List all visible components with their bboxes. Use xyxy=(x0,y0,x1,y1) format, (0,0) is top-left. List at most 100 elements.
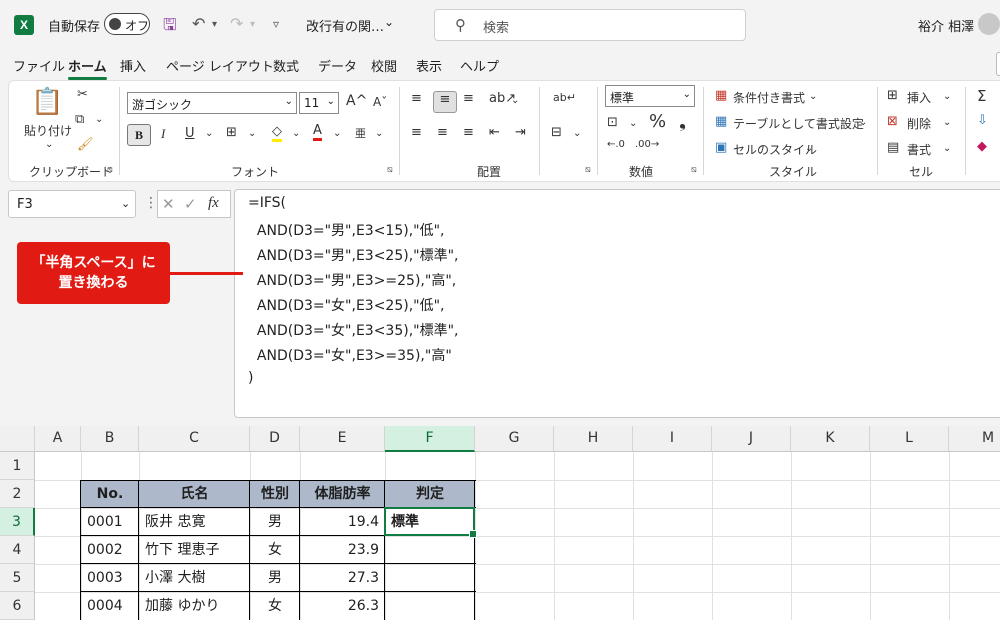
tab-formulas[interactable]: 数式 xyxy=(273,56,299,75)
row-header[interactable]: 1 xyxy=(0,452,35,480)
align-middle-icon[interactable]: ≡ xyxy=(433,91,457,113)
customize-quick-access-icon[interactable]: ▿ xyxy=(273,17,279,31)
table-cell[interactable]: 男 xyxy=(250,508,300,536)
comma-style-button[interactable]: ❟ xyxy=(679,111,686,132)
avatar[interactable] xyxy=(978,13,1000,35)
format-as-table-button[interactable]: テーブルとして書式設定 xyxy=(733,115,864,132)
save-icon[interactable]: 🖫 xyxy=(163,14,177,41)
wrap-text-icon[interactable]: ab↵ xyxy=(553,91,576,104)
align-center-icon[interactable]: ≡ xyxy=(437,125,448,140)
format-painter-icon[interactable]: 🖌 xyxy=(77,137,94,152)
tab-help[interactable]: ヘルプ xyxy=(460,56,499,75)
redo-icon[interactable]: ↷ xyxy=(230,14,243,33)
delete-cells-button[interactable]: 削除 xyxy=(907,115,931,132)
bold-button[interactable]: B xyxy=(127,124,151,146)
table-header-cell[interactable]: 判定 xyxy=(385,480,475,508)
table-cell[interactable]: 加藤 ゆかり xyxy=(139,592,250,620)
column-header[interactable]: B xyxy=(81,426,139,452)
table-cell[interactable]: 27.3 xyxy=(300,564,385,592)
accounting-dropdown-icon[interactable]: ⌄ xyxy=(629,118,637,129)
chevron-down-icon[interactable]: ⌄ xyxy=(859,117,867,128)
percent-style-button[interactable]: % xyxy=(649,111,666,132)
table-header-cell[interactable]: 体脂肪率 xyxy=(300,480,385,508)
italic-button[interactable]: I xyxy=(161,126,165,142)
dialog-launcher-icon[interactable]: ⧅ xyxy=(691,165,697,175)
tab-file[interactable]: ファイル xyxy=(13,56,65,75)
paste-icon[interactable]: 📋 xyxy=(31,87,63,117)
chevron-down-icon[interactable]: ⌄ xyxy=(943,143,951,154)
orientation-dropdown-icon[interactable]: ⌄ xyxy=(511,95,519,106)
merge-dropdown-icon[interactable]: ⌄ xyxy=(573,128,581,139)
table-cell[interactable]: 阪井 忠寛 xyxy=(139,508,250,536)
paste-dropdown-icon[interactable]: ⌄ xyxy=(45,139,53,150)
font-color-icon[interactable]: A xyxy=(313,123,322,141)
table-cell[interactable]: 男 xyxy=(250,564,300,592)
tab-review[interactable]: 校閲 xyxy=(371,56,397,75)
dialog-launcher-icon[interactable]: ⧅ xyxy=(107,165,113,175)
column-header[interactable]: D xyxy=(250,426,300,452)
align-left-icon[interactable]: ≡ xyxy=(411,125,422,140)
increase-decimal-icon[interactable]: ←.0 xyxy=(607,139,625,150)
copy-dropdown-icon[interactable]: ⌄ xyxy=(95,114,103,125)
cancel-icon[interactable]: ✕ xyxy=(162,195,175,213)
table-header-cell[interactable]: 性別 xyxy=(250,480,300,508)
cut-icon[interactable]: ✂ xyxy=(77,87,88,102)
clear-icon[interactable]: ◆ xyxy=(977,139,987,154)
table-cell[interactable] xyxy=(385,592,475,620)
table-cell[interactable]: 竹下 理恵子 xyxy=(139,536,250,564)
table-header-cell[interactable]: No. xyxy=(81,480,139,508)
column-header-selected[interactable]: F xyxy=(385,426,475,452)
format-cells-button[interactable]: 書式 xyxy=(907,141,931,158)
insert-function-button[interactable]: fx xyxy=(208,195,219,212)
chevron-down-icon[interactable]: ⌄ xyxy=(943,117,951,128)
row-header[interactable]: 2 xyxy=(0,480,35,508)
worksheet-grid[interactable]: A B C D E F G H I J K L M 1 2 3 4 5 6 No… xyxy=(0,426,1000,620)
fill-color-dropdown-icon[interactable]: ⌄ xyxy=(292,128,300,139)
decrease-indent-icon[interactable]: ⇤ xyxy=(489,125,500,140)
delete-cells-icon[interactable]: ⊠ xyxy=(887,114,898,129)
column-header[interactable]: J xyxy=(712,426,791,452)
column-header[interactable]: H xyxy=(554,426,633,452)
increase-indent-icon[interactable]: ⇥ xyxy=(515,125,526,140)
dialog-launcher-icon[interactable]: ⧅ xyxy=(387,165,393,175)
autosum-icon[interactable]: Σ xyxy=(977,87,986,105)
cell-styles-icon[interactable]: ▣ xyxy=(715,140,727,155)
underline-button[interactable]: U xyxy=(185,126,195,141)
comments-button[interactable] xyxy=(996,52,1000,76)
insert-cells-button[interactable]: 挿入 xyxy=(907,89,931,106)
chevron-down-icon[interactable]: ⌄ xyxy=(805,143,813,154)
insert-cells-icon[interactable]: ⊞ xyxy=(887,88,898,103)
table-cell[interactable] xyxy=(385,536,475,564)
column-header[interactable]: G xyxy=(475,426,554,452)
active-cell-selection[interactable] xyxy=(384,507,477,538)
align-right-icon[interactable]: ≡ xyxy=(463,125,474,140)
tab-home[interactable]: ホーム xyxy=(68,56,107,80)
font-size-select[interactable]: 11 ⌄ xyxy=(299,92,339,114)
copy-icon[interactable]: ⧉ xyxy=(75,112,84,127)
paste-button[interactable]: 貼り付け xyxy=(24,122,72,139)
format-as-table-icon[interactable]: ▦ xyxy=(715,114,727,129)
column-header[interactable]: M xyxy=(949,426,1000,452)
font-family-select[interactable]: 游ゴシック ⌄ xyxy=(127,92,297,114)
decrease-decimal-icon[interactable]: .00→ xyxy=(635,139,659,150)
column-header[interactable]: E xyxy=(300,426,385,452)
borders-icon[interactable]: ⊞ xyxy=(226,125,237,140)
phonetic-dropdown-icon[interactable]: ⌄ xyxy=(375,128,383,139)
row-header-selected[interactable]: 3 xyxy=(0,508,35,536)
decrease-font-size-icon[interactable]: Aˇ xyxy=(373,95,387,109)
chevron-down-icon[interactable]: ⌄ xyxy=(384,15,394,29)
tab-page-layout[interactable]: ページ レイアウト xyxy=(166,56,274,75)
select-all-corner[interactable] xyxy=(0,426,35,452)
tab-view[interactable]: 表示 xyxy=(416,56,442,75)
column-header[interactable]: L xyxy=(870,426,949,452)
increase-font-size-icon[interactable]: A^ xyxy=(346,93,367,109)
autosave-toggle[interactable]: オフ xyxy=(104,13,150,35)
tab-insert[interactable]: 挿入 xyxy=(120,56,146,75)
chevron-down-icon[interactable]: ⌄ xyxy=(943,91,951,102)
chevron-down-icon[interactable]: ⌄ xyxy=(809,91,817,102)
table-cell[interactable]: 26.3 xyxy=(300,592,385,620)
column-header[interactable]: K xyxy=(791,426,870,452)
tab-data[interactable]: データ xyxy=(318,56,357,75)
table-cell[interactable]: 0001 xyxy=(81,508,139,536)
table-header-cell[interactable]: 氏名 xyxy=(139,480,250,508)
